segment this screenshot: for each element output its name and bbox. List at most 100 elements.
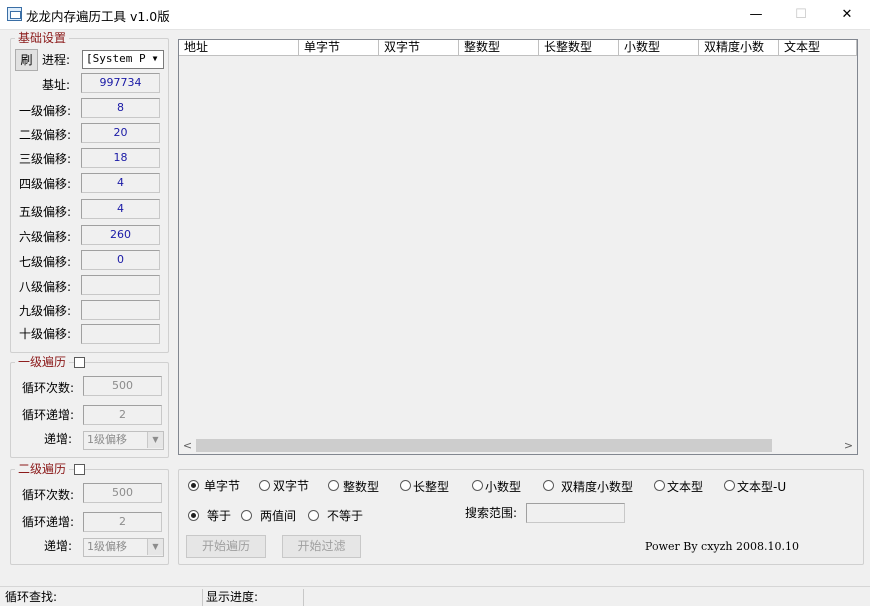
process-value: [System Pr [86, 52, 153, 65]
offset-10-label: 十级偏移: [19, 327, 72, 341]
scroll-left-icon[interactable]: < [179, 437, 196, 454]
level1-increment-value: 1级偏移 [87, 433, 127, 446]
search-range-field[interactable] [526, 503, 625, 523]
app-icon [7, 7, 22, 21]
level2-traverse-checkbox[interactable] [74, 464, 85, 475]
level1-loop-count-label: 循环次数: [22, 381, 75, 395]
level2-traverse-legend: 二级遍历 [15, 462, 70, 476]
column-header-text[interactable]: 文本型 [779, 40, 857, 56]
level2-loop-count-field[interactable]: 500 [83, 483, 162, 503]
minimize-icon: — [749, 7, 763, 22]
type-option-byte-label: 单字节 [204, 479, 241, 493]
type-radio-word[interactable] [259, 480, 270, 491]
type-option-long-label: 长整型 [413, 480, 450, 494]
horizontal-scrollbar[interactable]: < > [179, 437, 857, 454]
offset-3-field[interactable]: 18 [81, 148, 160, 168]
offset-9-field[interactable] [81, 300, 160, 320]
column-header-word[interactable]: 双字节 [379, 40, 459, 56]
level2-increment-value: 1级偏移 [87, 540, 127, 553]
start-filter-button[interactable]: 开始过滤 [282, 535, 361, 558]
window-title: 龙龙内存遍历工具 v1.0版 [26, 9, 170, 24]
offset-6-label: 六级偏移: [19, 230, 72, 244]
offset-9-label: 九级偏移: [19, 304, 72, 318]
column-header-double[interactable]: 双精度小数 [699, 40, 779, 56]
column-header-long[interactable]: 长整数型 [539, 40, 619, 56]
type-option-int-label: 整数型 [343, 480, 380, 494]
compare-radio-between[interactable] [241, 510, 252, 521]
offset-2-label: 二级偏移: [19, 128, 72, 142]
type-radio-byte[interactable] [188, 480, 199, 491]
refresh-button[interactable]: 刷 [15, 49, 38, 71]
type-radio-text[interactable] [654, 480, 665, 491]
column-header-float[interactable]: 小数型 [619, 40, 699, 56]
offset-4-label: 四级偏移: [19, 177, 72, 191]
compare-option-between-label: 两值间 [260, 509, 297, 523]
chevron-down-icon: ▼ [147, 51, 163, 67]
offset-4-field[interactable]: 4 [81, 173, 160, 193]
maximize-button: ☐ [778, 0, 824, 29]
level1-traverse-checkbox[interactable] [74, 357, 85, 368]
level1-traverse-legend: 一级遍历 [15, 355, 70, 369]
minimize-button[interactable]: — [733, 0, 779, 29]
level1-loop-count-field[interactable]: 500 [83, 376, 162, 396]
level2-loop-step-label: 循环递增: [22, 515, 75, 529]
level1-increment-label: 递增: [44, 432, 73, 446]
status-bar: 循环查找: 显示进度: [0, 586, 870, 606]
compare-option-not-equal-label: 不等于 [327, 509, 364, 523]
type-option-word-label: 双字节 [273, 479, 310, 493]
offset-2-field[interactable]: 20 [81, 123, 160, 143]
base-address-label: 基址: [42, 78, 71, 92]
process-select[interactable]: [System Pr ▼ [82, 50, 164, 69]
chevron-down-icon: ▼ [147, 539, 163, 555]
offset-5-label: 五级偏移: [19, 205, 72, 219]
credit-text: Power By cxyzh 2008.10.10 [645, 540, 799, 553]
results-table[interactable]: 地址 单字节 双字节 整数型 长整数型 小数型 双精度小数 文本型 < > [178, 39, 858, 455]
chevron-down-icon: ▼ [147, 432, 163, 448]
offset-8-label: 八级偏移: [19, 280, 72, 294]
scroll-right-icon[interactable]: > [840, 437, 857, 454]
level2-increment-select[interactable]: 1级偏移 ▼ [83, 538, 164, 557]
offset-6-field[interactable]: 260 [81, 225, 160, 245]
start-traverse-button[interactable]: 开始遍历 [186, 535, 266, 558]
offset-7-label: 七级偏移: [19, 255, 72, 269]
type-radio-double[interactable] [543, 480, 554, 491]
offset-1-field[interactable]: 8 [81, 98, 160, 118]
column-header-byte[interactable]: 单字节 [299, 40, 379, 56]
close-button[interactable]: ✕ [824, 0, 870, 29]
offset-1-label: 一级偏移: [19, 104, 72, 118]
level1-increment-select[interactable]: 1级偏移 ▼ [83, 431, 164, 450]
type-radio-text-unicode[interactable] [724, 480, 735, 491]
status-loop-search: 循环查找: [2, 589, 203, 606]
level2-loop-count-label: 循环次数: [22, 488, 75, 502]
offset-10-field[interactable] [81, 324, 160, 344]
maximize-icon: ☐ [795, 7, 807, 22]
level2-loop-step-field[interactable]: 2 [83, 512, 162, 532]
base-address-field[interactable]: 997734 [81, 73, 160, 93]
status-empty-panel [304, 589, 868, 606]
type-option-text-label: 文本型 [667, 480, 704, 494]
offset-8-field[interactable] [81, 275, 160, 295]
type-radio-long[interactable] [400, 480, 411, 491]
type-option-double-label: 双精度小数型 [561, 480, 634, 494]
compare-radio-not-equal[interactable] [308, 510, 319, 521]
type-radio-int[interactable] [328, 480, 339, 491]
offset-5-field[interactable]: 4 [81, 199, 160, 219]
offset-7-field[interactable]: 0 [81, 250, 160, 270]
level1-loop-step-field[interactable]: 2 [83, 405, 162, 425]
type-radio-float[interactable] [472, 480, 483, 491]
search-range-label: 搜索范围: [465, 506, 518, 520]
compare-radio-equal[interactable] [188, 510, 199, 521]
offset-3-label: 三级偏移: [19, 152, 72, 166]
type-option-float-label: 小数型 [485, 480, 522, 494]
process-label: 进程: [42, 53, 71, 67]
status-progress: 显示进度: [203, 589, 304, 606]
title-bar: 龙龙内存遍历工具 v1.0版 — ☐ ✕ [0, 0, 870, 30]
scrollbar-thumb[interactable] [196, 439, 772, 452]
close-icon: ✕ [841, 7, 853, 22]
column-header-address[interactable]: 地址 [179, 40, 299, 56]
base-settings-legend: 基础设置 [15, 31, 70, 45]
compare-option-equal-label: 等于 [207, 509, 232, 523]
level1-loop-step-label: 循环递增: [22, 408, 75, 422]
column-header-int[interactable]: 整数型 [459, 40, 539, 56]
type-option-text-unicode-label: 文本型-U [737, 480, 787, 494]
